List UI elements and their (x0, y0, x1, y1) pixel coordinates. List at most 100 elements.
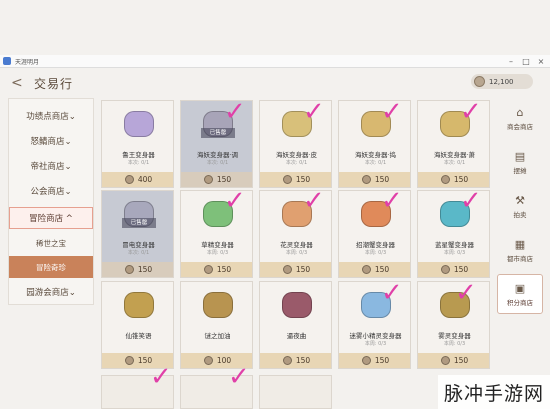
item-name: 海妖变身器·皮 (275, 151, 318, 159)
item-art (102, 101, 173, 147)
nav-item-fair-shop[interactable]: 园游会商店⌄ (9, 281, 93, 303)
item-limit: 本周: 0/3 (364, 250, 387, 256)
item-name: 逼夜曲 (286, 332, 307, 340)
coin-icon (282, 265, 292, 274)
item-art (260, 282, 331, 328)
item-limit: 本次: 0/1 (443, 160, 466, 166)
coin-icon (203, 175, 213, 184)
maximize-button[interactable]: □ (519, 55, 533, 68)
nav-item-shop-2[interactable]: 怒鲭商店⌄ (9, 130, 93, 152)
item-limit: 本周: 0/3 (206, 250, 229, 256)
check-mark: ✓ (381, 278, 403, 308)
close-button[interactable]: × (534, 55, 548, 68)
item-name: 迷雾小精灵变身器 (349, 332, 402, 340)
coin-icon (440, 265, 450, 274)
app-icon (3, 57, 11, 65)
subnav-rare-treasure[interactable]: 稀世之宝 (9, 232, 93, 254)
item-limit: 本次: 0/1 (127, 160, 150, 166)
transform-device-icon (123, 292, 154, 318)
item-name: 蓝星蟹变身器 (435, 241, 474, 249)
nav-item-shop-3[interactable]: 帝社商店⌄ (9, 155, 93, 177)
right-shop-nav: ⌂ 商会商店 ▤ 摆摊 ⚒ 拍卖 ▦ 都市商店 ▣ 积分商店 (497, 98, 543, 323)
sold-out-badge: 已售罄 (122, 218, 156, 228)
check-mark: ✓ (460, 97, 482, 127)
check-mark: ✓ (303, 97, 325, 127)
item-limit: 本次: 0/1 (206, 160, 229, 166)
item-art (102, 191, 173, 237)
check-mark: ✓ (303, 186, 325, 216)
shop-item-card[interactable]: 鲁王变身器 本次: 0/1 400 (101, 100, 174, 188)
watermark: 脉冲手游网 (438, 375, 550, 409)
shop-item-card[interactable]: 逼夜曲 150 (259, 281, 332, 369)
shop-item-card[interactable]: 已售罄 冒电变身器 本次: 0/1 150 (101, 190, 174, 278)
currency-value: 12,100 (489, 77, 514, 86)
coin-icon (440, 175, 450, 184)
rightnav-points-shop[interactable]: ▣ 积分商店 (497, 274, 543, 314)
item-name: 仙锥笑语 (125, 332, 152, 340)
check-mark: ✓ (224, 97, 246, 127)
item-price: 150 (260, 353, 331, 368)
item-price: 150 (339, 262, 410, 277)
item-price: 400 (102, 172, 173, 187)
rightnav-city-shop[interactable]: ▦ 都市商店 (497, 230, 543, 270)
rightnav-auction[interactable]: ⚒ 拍卖 (497, 186, 543, 226)
item-price: 150 (418, 172, 489, 187)
shop-icon: ⌂ (516, 105, 524, 119)
item-art (418, 282, 489, 328)
item-price: 150 (181, 262, 252, 277)
check-mark: ✓ (381, 97, 403, 127)
coin-icon (361, 265, 371, 274)
item-name: 海妖变身器·调 (196, 151, 239, 159)
shop-item-card[interactable]: 仙锥笑语 150 (101, 281, 174, 369)
item-name: 冒电变身器 (122, 241, 155, 249)
item-price: 150 (181, 172, 252, 187)
item-art (181, 282, 252, 328)
item-limit: 本次: 0/1 (364, 160, 387, 166)
window-title: 天涯明月 (15, 58, 40, 66)
item-name: 招潮蟹变身器 (356, 241, 395, 249)
auction-icon: ⚒ (515, 193, 525, 207)
check-mark: ✓ (228, 362, 250, 392)
nav-item-adventure-shop[interactable]: 冒险商店 ^ (9, 207, 93, 229)
check-mark: ✓ (150, 362, 172, 392)
item-limit: 本周: 0/3 (443, 341, 466, 347)
item-price: 150 (260, 172, 331, 187)
nav-item-guild-shop[interactable]: 公会商店⌄ (9, 180, 93, 202)
page-header: < 交易行 (0, 69, 550, 97)
transform-device-icon (281, 292, 312, 318)
item-name: 花灵变身器 (280, 241, 313, 249)
item-price: 150 (260, 262, 331, 277)
item-price: 150 (418, 262, 489, 277)
stall-icon: ▤ (514, 149, 526, 163)
coin-icon (203, 265, 213, 274)
city-icon: ▦ (514, 237, 526, 251)
item-price: 150 (418, 353, 489, 368)
item-limit: 本周: 0/3 (285, 250, 308, 256)
shop-item-card[interactable]: 谜之加油 100 (180, 281, 253, 369)
item-name: 谜之加油 (204, 332, 231, 340)
item-price: 150 (339, 353, 410, 368)
item-price: 150 (102, 262, 173, 277)
item-name: 草精变身器 (201, 241, 234, 249)
sold-out-badge: 已售罄 (201, 128, 235, 138)
subnav-adventure-rarities[interactable]: 冒险奇珍 (9, 256, 93, 278)
card-partial[interactable] (259, 375, 332, 409)
nav-item-merit-shop[interactable]: 功绩点商店⌄ (9, 105, 93, 127)
item-name: 雾灵变身器 (438, 332, 471, 340)
coin-icon (124, 265, 134, 274)
check-mark: ✓ (455, 278, 477, 308)
window-titlebar: 天涯明月 – □ × (0, 55, 550, 68)
rightnav-stall[interactable]: ▤ 摆摊 (497, 142, 543, 182)
transform-device-icon (123, 111, 154, 137)
transform-device-icon (202, 292, 233, 318)
back-arrow-icon[interactable]: < (11, 75, 23, 91)
coin-icon (124, 175, 134, 184)
shop-category-sidebar: 功绩点商店⌄ 怒鲭商店⌄ 帝社商店⌄ 公会商店⌄ 冒险商店 ^ 稀世之宝 冒险奇… (8, 98, 94, 305)
item-name: 鲁王变身器 (122, 151, 155, 159)
item-name: 海妖变身器·萧 (433, 151, 476, 159)
shop-item-card[interactable]: 雾灵变身器 本周: 0/3 150 (417, 281, 490, 369)
coin-icon (361, 175, 371, 184)
minimize-button[interactable]: – (504, 55, 518, 68)
rightnav-merchant-shop[interactable]: ⌂ 商会商店 (497, 98, 543, 138)
item-limit: 本次: 0/1 (285, 160, 308, 166)
